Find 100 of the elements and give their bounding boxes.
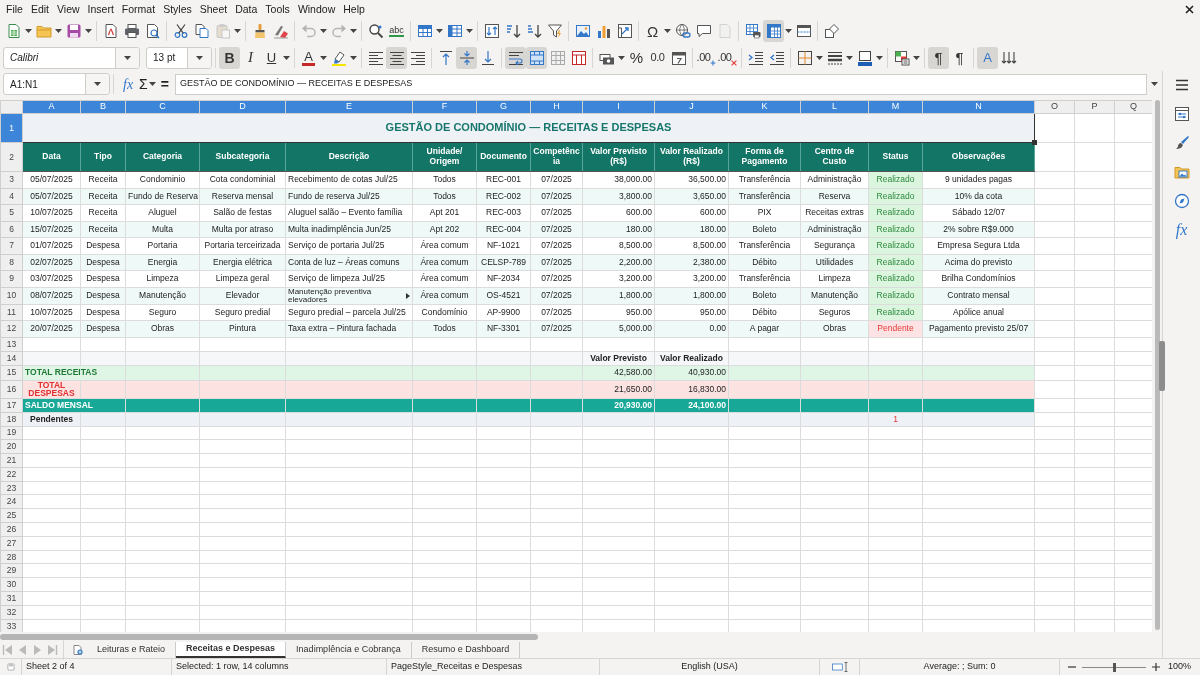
column-header[interactable]: N [922, 100, 1035, 114]
name-box[interactable]: A1:N1 [3, 73, 110, 95]
close-icon[interactable] [1185, 4, 1194, 14]
font-size-field[interactable]: 13 pt [146, 46, 212, 69]
caret-icon[interactable] [85, 29, 92, 33]
zoom-level[interactable]: 100% [1168, 660, 1192, 674]
formula-button[interactable]: = [160, 73, 169, 95]
caret-icon[interactable] [436, 29, 443, 33]
dropdown-button[interactable] [85, 74, 109, 94]
formula-input[interactable]: GESTÃO DE CONDOMÍNIO — RECEITAS E DESPESAS [174, 73, 1147, 95]
add-decimal-button[interactable]: .00 [696, 46, 717, 69]
dropdown-button[interactable] [187, 47, 211, 68]
align-center-button[interactable] [386, 46, 407, 69]
sheet-tab[interactable]: Receitas e Despesas [176, 641, 287, 658]
column-header[interactable]: A [22, 100, 81, 114]
caret-icon[interactable] [350, 55, 357, 60]
caret-icon[interactable] [785, 29, 792, 33]
caret-icon[interactable] [55, 29, 62, 33]
column-header[interactable]: J [654, 100, 729, 114]
menu-item[interactable]: Sheet [195, 1, 232, 17]
special-character-button[interactable]: Ω [642, 20, 663, 42]
menu-item[interactable]: Format [117, 1, 160, 17]
caret-icon[interactable] [618, 55, 625, 60]
sum-button[interactable]: Σ [139, 73, 148, 95]
row-header[interactable]: 1 [0, 113, 23, 143]
selection-mode-icon[interactable] [829, 661, 850, 673]
bold-button[interactable]: B [219, 46, 240, 69]
menu-item[interactable]: Data [231, 1, 262, 17]
table-cell: AP-9900 [476, 304, 531, 321]
freeze-rows-columns-button[interactable] [763, 20, 784, 42]
compass-icon[interactable] [1173, 193, 1190, 209]
menu-icon[interactable] [1173, 77, 1190, 93]
caret-icon[interactable] [816, 55, 823, 60]
caret-icon[interactable] [876, 55, 883, 60]
column-header[interactable]: G [476, 100, 531, 114]
slider-thumb[interactable] [1113, 662, 1116, 672]
horizontal-scrollbar[interactable] [0, 633, 538, 640]
caret-icon[interactable] [320, 55, 327, 60]
column-header[interactable]: B [80, 100, 126, 114]
left-to-right-button[interactable]: ¶ [928, 46, 949, 69]
column-header[interactable]: E [285, 100, 413, 114]
menu-item[interactable]: Insert [83, 1, 118, 17]
menu-item[interactable]: Styles [159, 1, 196, 17]
language[interactable]: English (USA) [681, 660, 738, 674]
sheet-tab[interactable]: Resumo e Dashboard [411, 641, 521, 658]
paintbrush-icon[interactable] [1173, 135, 1190, 151]
column-header[interactable]: M [868, 100, 923, 114]
wrap-text-button[interactable] [505, 46, 526, 69]
column-header[interactable]: C [125, 100, 200, 114]
caret-icon[interactable] [466, 29, 473, 33]
folder-picture-icon[interactable] [1173, 164, 1190, 180]
sheet-tab[interactable]: Inadimplência e Cobrança [286, 641, 412, 658]
caret-icon[interactable] [283, 55, 290, 60]
delete-decimal-button[interactable]: .00 [717, 46, 738, 69]
dropdown-button[interactable] [115, 47, 139, 68]
column-header[interactable]: K [728, 100, 801, 114]
italic-button[interactable]: I [240, 46, 261, 69]
column-header[interactable]: Q [1114, 100, 1152, 114]
caret-icon[interactable] [846, 55, 853, 60]
page-style[interactable]: PageStyle_Receitas e Despesas [391, 660, 523, 674]
menu-item[interactable]: Edit [26, 1, 53, 17]
font-color-button[interactable]: A [298, 46, 319, 69]
font-name-field[interactable]: Calibri [3, 46, 140, 69]
plus-icon[interactable] [1152, 663, 1160, 671]
function-wizard-button[interactable]: fx [123, 73, 134, 95]
spelling-button[interactable]: abc [386, 20, 407, 42]
properties-icon[interactable] [1173, 106, 1190, 122]
indent-icon [747, 49, 764, 66]
vertical-scrollbar[interactable] [1154, 100, 1160, 630]
merge-center-button[interactable] [526, 46, 547, 69]
menu-item[interactable]: File [2, 1, 27, 17]
column-header[interactable]: L [800, 100, 869, 114]
caret-icon[interactable] [25, 29, 32, 33]
column-header[interactable]: H [530, 100, 583, 114]
center-vertically-button[interactable] [456, 46, 477, 69]
sidebar-handle[interactable] [1159, 341, 1165, 391]
column-header[interactable]: O [1034, 100, 1075, 114]
fill-handle[interactable] [1032, 140, 1037, 145]
number-format-button[interactable]: 0.0 [647, 46, 668, 69]
caret-icon[interactable] [664, 29, 671, 33]
row-header[interactable]: 2 [0, 142, 23, 172]
page-plus-icon[interactable] [73, 644, 83, 655]
caret-icon[interactable] [1151, 82, 1158, 86]
functions-tab[interactable]: fx [1175, 222, 1188, 238]
column-header[interactable]: P [1074, 100, 1115, 114]
column-header[interactable]: D [199, 100, 286, 114]
menu-item[interactable]: View [53, 1, 84, 17]
table-cell: REC-003 [476, 204, 531, 221]
caret-icon[interactable] [148, 82, 156, 86]
column-header[interactable]: I [582, 100, 655, 114]
zoom-slider[interactable] [1082, 662, 1146, 672]
minus-icon[interactable] [1068, 663, 1076, 671]
caret-icon[interactable] [913, 55, 920, 60]
menu-item[interactable]: Window [293, 1, 340, 17]
percent-format-button[interactable]: % [626, 46, 647, 69]
right-to-left-button[interactable]: ¶ [949, 46, 970, 69]
column-header[interactable]: F [412, 100, 477, 114]
menu-item[interactable]: Help [339, 1, 369, 17]
menu-item[interactable]: Tools [261, 1, 294, 17]
underline-button[interactable]: U [261, 46, 282, 69]
